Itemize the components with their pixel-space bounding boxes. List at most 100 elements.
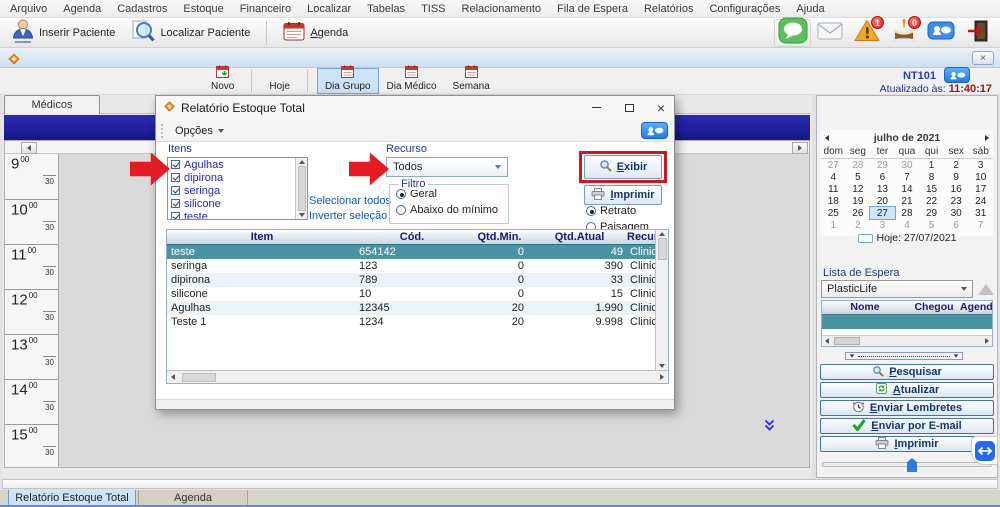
menu-item-ajuda[interactable]: Ajuda (788, 1, 832, 17)
view-dia-grupo-button[interactable]: Dia Grupo (317, 68, 379, 94)
day-cell-3-outside[interactable]: 3 (870, 219, 895, 231)
waitlist-column-nome[interactable]: Nome (822, 301, 908, 314)
locate-patient-button[interactable]: Localizar Paciente (123, 18, 258, 47)
hour-row-13[interactable]: 130030 (5, 334, 58, 379)
waiting-list-hscrollbar[interactable] (822, 335, 992, 346)
view-novo-button[interactable]: Novo (203, 68, 242, 94)
menu-item-agenda[interactable]: Agenda (55, 1, 109, 17)
menu-item-configuracoes[interactable]: Configurações (701, 1, 788, 17)
day-cell-2-outside[interactable]: 2 (846, 219, 871, 231)
hour-row-11[interactable]: 110030 (5, 244, 58, 289)
zoom-slider[interactable] (822, 462, 992, 467)
view-semana-button[interactable]: Semana (445, 68, 498, 94)
day-cell-15[interactable]: 15 (919, 183, 944, 195)
insert-patient-button[interactable]: Inserir Paciente (4, 17, 123, 48)
menu-item-arquivo[interactable]: Arquivo (2, 1, 55, 17)
table-row-dipirona[interactable]: dipirona789033Clinica (167, 273, 655, 287)
hour-row-15[interactable]: 150030 (5, 424, 58, 469)
hour-row-12[interactable]: 120030 (5, 289, 58, 334)
hour-row-9[interactable]: 90030 (5, 154, 58, 199)
scroll-thumb[interactable] (298, 166, 306, 211)
menu-item-localizar[interactable]: Localizar (299, 1, 359, 17)
day-cell-31[interactable]: 31 (968, 207, 993, 219)
hour-row-14[interactable]: 140030 (5, 379, 58, 424)
day-cell-12[interactable]: 12 (846, 183, 871, 195)
column-header-qtdatual[interactable]: Qtd.Atual (532, 231, 627, 243)
day-cell-9[interactable]: 9 (944, 171, 969, 183)
day-cell-27[interactable]: 27 (870, 207, 895, 219)
select-all-link[interactable]: Selecionar todos (309, 195, 391, 207)
filter-below-min-radio[interactable]: Abaixo do mínimo (390, 203, 508, 217)
day-cell-16[interactable]: 16 (944, 183, 969, 195)
day-cell-17[interactable]: 17 (968, 183, 993, 195)
menu-item-relacionamento[interactable]: Relacionamento (454, 1, 550, 17)
day-cell-27-outside[interactable]: 27 (821, 159, 846, 171)
day-cell-21[interactable]: 21 (895, 195, 920, 207)
day-cell-30-outside[interactable]: 30 (895, 159, 920, 171)
half-hour-row-14[interactable]: 30 (43, 401, 56, 412)
menu-item-tabelas[interactable]: Tabelas (359, 1, 413, 17)
invert-selection-link[interactable]: Inverter seleção (309, 210, 387, 222)
mail-button[interactable] (811, 19, 848, 47)
agenda-button[interactable]: Agenda (275, 20, 356, 45)
slider-thumb[interactable] (907, 458, 917, 472)
exit-button[interactable] (959, 19, 996, 47)
resource-select[interactable]: Todos (386, 157, 508, 177)
day-cell-29[interactable]: 29 (919, 207, 944, 219)
item-checkbox-teste[interactable]: teste (168, 210, 307, 220)
scroll-thumb[interactable] (834, 337, 860, 345)
column-header-recurso[interactable]: Recurso (627, 231, 655, 243)
half-hour-row-12[interactable]: 30 (43, 311, 56, 322)
dialog-close-button[interactable]: × (646, 96, 676, 119)
waitlist-column-agenda[interactable]: Agenda (960, 301, 993, 314)
waitlist-column-chegou[interactable]: Chegou (908, 301, 960, 314)
day-cell-5-outside[interactable]: 5 (919, 219, 944, 231)
bottom-tab-agenda[interactable]: Agenda (138, 490, 248, 506)
day-cell-30[interactable]: 30 (944, 207, 969, 219)
table-hscrollbar[interactable] (167, 370, 668, 383)
day-cell-28[interactable]: 28 (895, 207, 920, 219)
view-hoje-button[interactable]: Hoje (261, 68, 298, 94)
messages-mini-icon[interactable] (944, 67, 970, 83)
half-hour-row-15[interactable]: 30 (43, 446, 56, 457)
menu-item-fila-de-espera[interactable]: Fila de Espera (549, 1, 636, 17)
day-cell-3[interactable]: 3 (968, 159, 993, 171)
day-cell-8[interactable]: 8 (919, 171, 944, 183)
day-cell-18[interactable]: 18 (821, 195, 846, 207)
item-checkbox-agulhas[interactable]: Agulhas (168, 158, 307, 171)
splitter-expander[interactable] (845, 352, 963, 360)
day-cell-7[interactable]: 7 (895, 171, 920, 183)
imprimir-button[interactable]: Imprimir (820, 436, 994, 452)
table-row-teste-1[interactable]: Teste 11234209.998Clinica (167, 315, 655, 329)
day-cell-5[interactable]: 5 (846, 171, 871, 183)
day-cell-10[interactable]: 10 (968, 171, 993, 183)
column-header-item[interactable]: Item (167, 231, 357, 243)
day-cell-26[interactable]: 26 (846, 207, 871, 219)
double-chevron-down-icon[interactable] (764, 418, 775, 436)
enviar-lembretes-button[interactable]: Enviar Lembretes (820, 400, 994, 416)
messages-button[interactable] (922, 19, 959, 47)
table-row-agulhas[interactable]: Agulhas12345201.990Clinica (167, 301, 655, 315)
day-cell-20[interactable]: 20 (870, 195, 895, 207)
scroll-left-button[interactable] (21, 142, 37, 154)
scroll-right-button[interactable] (792, 142, 808, 154)
birthdays-button[interactable]: 0 (885, 19, 922, 47)
item-checkbox-seringa[interactable]: seringa (168, 184, 307, 197)
day-cell-7-outside[interactable]: 7 (968, 219, 993, 231)
today-row[interactable]: Hoje: 27/07/2021 (821, 232, 993, 244)
day-cell-28-outside[interactable]: 28 (846, 159, 871, 171)
column-header-qtdmin[interactable]: Qtd.Min. (467, 231, 532, 243)
day-cell-1-outside[interactable]: 1 (821, 219, 846, 231)
day-cell-4[interactable]: 4 (821, 171, 846, 183)
waiting-list-select[interactable]: PlasticLife (821, 280, 973, 298)
scroll-thumb[interactable] (658, 238, 667, 260)
remote-support-icon[interactable] (971, 436, 998, 465)
day-cell-1[interactable]: 1 (919, 159, 944, 171)
half-hour-row-9[interactable]: 30 (43, 175, 56, 186)
collapse-up-icon[interactable] (978, 284, 994, 295)
options-menu[interactable]: Opções (169, 123, 230, 139)
bottom-tab-relatorio-estoque-total[interactable]: Relatório Estoque Total (8, 490, 136, 506)
waiting-list-selected-row[interactable] (822, 315, 992, 329)
table-row-teste[interactable]: teste654142049Clinica (167, 245, 655, 259)
day-cell-14[interactable]: 14 (895, 183, 920, 195)
